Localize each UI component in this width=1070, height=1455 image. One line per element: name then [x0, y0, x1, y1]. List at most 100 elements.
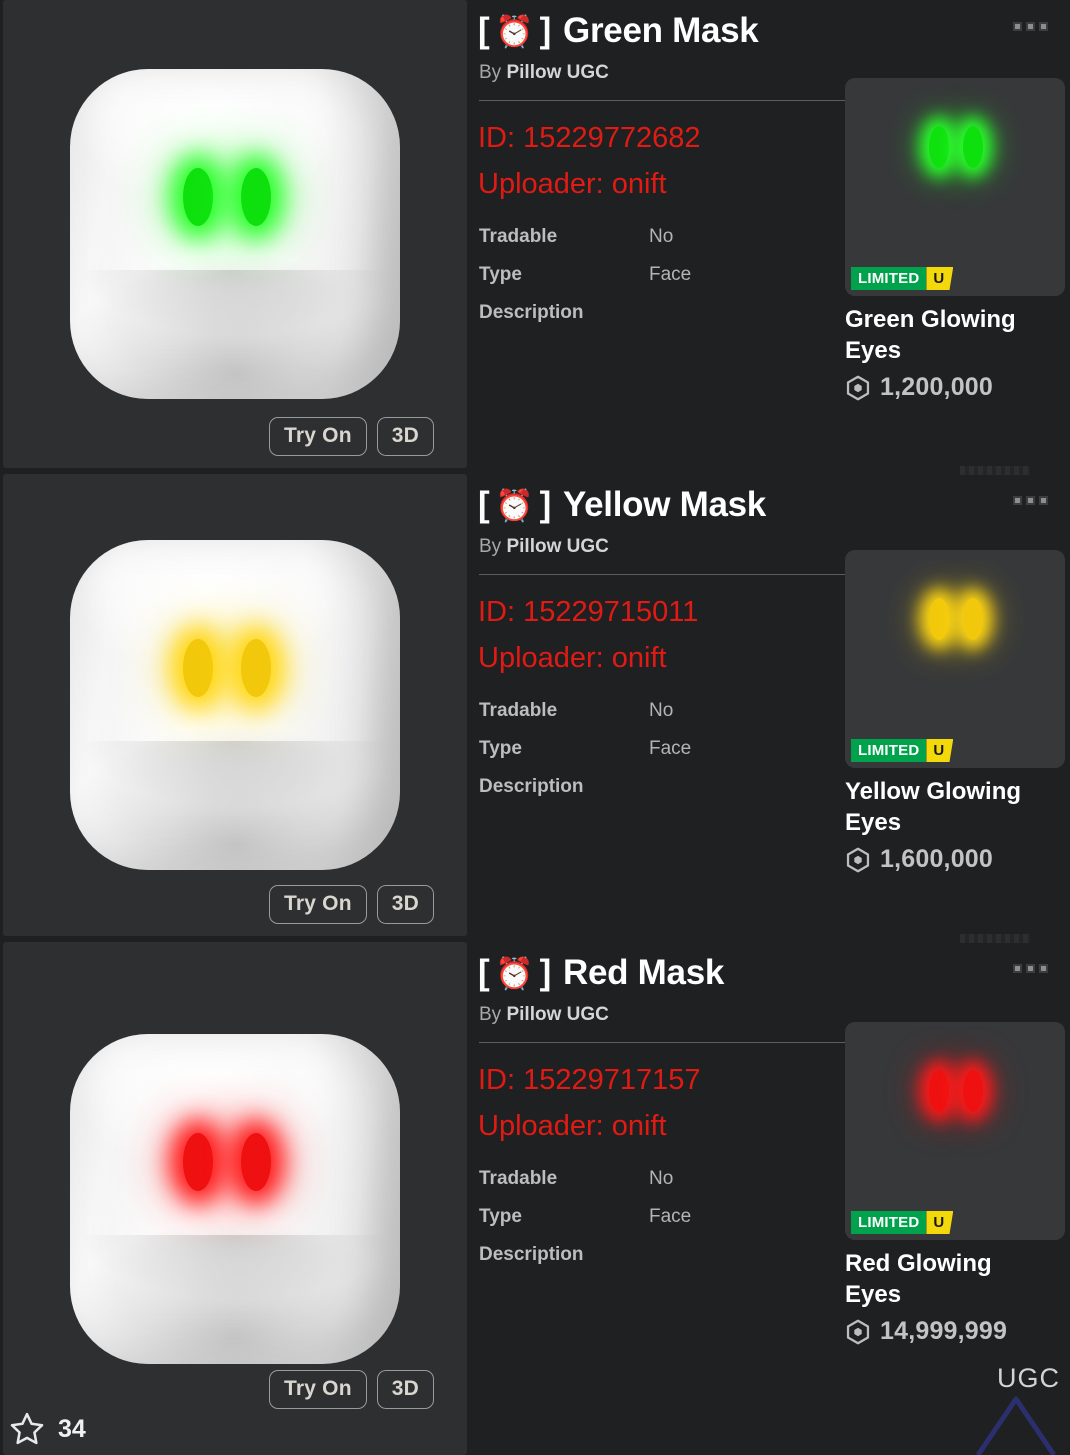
catalog-card-image: LIMITED U: [845, 550, 1065, 768]
eye-right-icon: [241, 639, 271, 697]
eye-left-icon: [183, 1132, 213, 1191]
bracket-open: [: [478, 953, 490, 992]
avatar-preview-panel[interactable]: Try On 3D: [3, 474, 467, 936]
tradable-value: No: [649, 1168, 674, 1189]
glowing-eyes: [70, 168, 400, 228]
overflow-menu-icon[interactable]: [1013, 22, 1048, 31]
robux-icon: [846, 1319, 870, 1345]
card-eye-left-icon: [929, 598, 949, 640]
card-eye-left-icon: [929, 1070, 949, 1112]
type-label: Type: [479, 1206, 522, 1227]
catalog-card[interactable]: LIMITED U Yellow Glowing Eyes 1,600,000: [845, 550, 1065, 874]
catalog-card-image: LIMITED U: [845, 1022, 1065, 1240]
avatar-head-render: [70, 1033, 400, 1364]
glowing-eyes: [70, 1132, 400, 1193]
avatar-preview-panel[interactable]: Try On 3D: [3, 942, 467, 1455]
type-value: Face: [649, 738, 692, 759]
avatar-head-render: [70, 540, 400, 870]
price-amount: 1,600,000: [880, 845, 994, 874]
robux-icon: [846, 847, 870, 873]
creator-name[interactable]: Pillow UGC: [506, 62, 608, 83]
asset-id-text: ID: 15229717157: [478, 1064, 701, 1096]
clipped-text-artifact: [960, 466, 1030, 475]
item-name: Green Mask: [563, 11, 759, 50]
try-on-button[interactable]: Try On: [269, 417, 367, 456]
price-amount: 1,200,000: [880, 373, 994, 402]
try-on-button[interactable]: Try On: [269, 1370, 367, 1409]
creator-name[interactable]: Pillow UGC: [506, 536, 608, 557]
card-glowing-eyes: [845, 598, 1065, 642]
asset-id-text: ID: 15229772682: [478, 122, 701, 154]
badge-limited-label: LIMITED: [851, 267, 927, 290]
card-eye-right-icon: [963, 126, 983, 168]
eye-left-icon: [183, 639, 213, 697]
by-prefix: By: [479, 1004, 502, 1025]
overflow-menu-icon[interactable]: [1013, 964, 1048, 973]
type-label: Type: [479, 264, 522, 285]
bracket-close: ]: [539, 485, 552, 524]
try-on-button[interactable]: Try On: [269, 885, 367, 924]
catalog-card-name: Red Glowing Eyes: [845, 1250, 992, 1308]
creator-byline: By Pillow UGC: [479, 1004, 609, 1026]
badge-limited-label: LIMITED: [851, 739, 927, 762]
head-shape: [70, 69, 400, 399]
badge-u-label: U: [926, 739, 954, 762]
avatar-preview-panel[interactable]: Try On 3D: [3, 0, 467, 468]
divider: [479, 574, 847, 575]
creator-name[interactable]: Pillow UGC: [506, 1004, 608, 1025]
item-name: Red Mask: [563, 953, 725, 992]
tradable-label: Tradable: [479, 700, 558, 721]
catalog-card[interactable]: LIMITED U Red Glowing Eyes 14,999,999: [845, 1022, 1065, 1346]
tradable-label: Tradable: [479, 226, 558, 247]
creator-byline: By Pillow UGC: [479, 536, 609, 558]
card-glowing-eyes: [845, 1070, 1065, 1114]
catalog-card-name: Yellow Glowing Eyes: [845, 778, 1022, 836]
badge-limited-label: LIMITED: [851, 1211, 927, 1234]
by-prefix: By: [479, 62, 502, 83]
star-icon[interactable]: [8, 1410, 46, 1448]
divider: [479, 1042, 847, 1043]
bracket-open: [: [478, 11, 490, 50]
description-label: Description: [479, 776, 584, 797]
type-value: Face: [649, 264, 692, 285]
preview-actions: Try On 3D: [269, 885, 434, 924]
catalog-card-price: 1,600,000: [845, 845, 1065, 874]
item-title: [ ⏰ ] Green Mask: [478, 11, 759, 51]
item-name: Yellow Mask: [563, 485, 766, 524]
clipped-text-artifact: [960, 934, 1030, 943]
item-title: [ ⏰ ] Red Mask: [478, 953, 724, 993]
ugc-watermark: UGC: [964, 1361, 1060, 1455]
type-value: Face: [649, 1206, 692, 1227]
item-details-pane: [ ⏰ ] Yellow Mask By Pillow UGC ID: 1522…: [470, 466, 1070, 936]
overflow-menu-icon[interactable]: [1013, 496, 1048, 505]
ugc-watermark-text: UGC: [997, 1363, 1060, 1393]
view-3d-button[interactable]: 3D: [376, 885, 434, 924]
preview-actions: Try On 3D: [269, 1370, 434, 1409]
glowing-eyes: [70, 639, 400, 699]
head-shape: [70, 1033, 400, 1364]
favorite-control[interactable]: 34: [8, 1410, 86, 1448]
card-eye-left-icon: [929, 126, 949, 168]
limited-u-badge: LIMITED U: [851, 1211, 954, 1234]
robux-icon: [846, 375, 870, 401]
eye-right-icon: [241, 1132, 271, 1191]
avatar-head-render: [70, 69, 400, 399]
view-3d-button[interactable]: 3D: [376, 1370, 434, 1409]
item-title: [ ⏰ ] Yellow Mask: [478, 485, 766, 525]
uploader-text: Uploader: onift: [478, 642, 667, 674]
bracket-close: ]: [539, 11, 552, 50]
item-block: Try On 3D [ ⏰ ] Red Mask By Pillow UGC I…: [0, 934, 1070, 1455]
divider: [479, 100, 847, 101]
view-3d-button[interactable]: 3D: [376, 417, 434, 456]
catalog-card-price: 1,200,000: [845, 373, 1065, 402]
card-eye-right-icon: [963, 1070, 983, 1112]
bracket-close: ]: [539, 953, 552, 992]
item-details-pane: [ ⏰ ] Green Mask By Pillow UGC ID: 15229…: [470, 0, 1070, 468]
catalog-card-image: LIMITED U: [845, 78, 1065, 296]
item-block: Try On 3D [ ⏰ ] Yellow Mask By Pillow UG…: [0, 466, 1070, 936]
catalog-card-price: 14,999,999: [845, 1317, 1065, 1346]
item-block: Try On 3D [ ⏰ ] Green Mask By Pillow UGC…: [0, 0, 1070, 468]
screenshot-root: Try On 3D [ ⏰ ] Green Mask By Pillow UGC…: [0, 0, 1070, 1455]
badge-u-label: U: [926, 267, 954, 290]
catalog-card[interactable]: LIMITED U Green Glowing Eyes 1,200,000: [845, 78, 1065, 402]
